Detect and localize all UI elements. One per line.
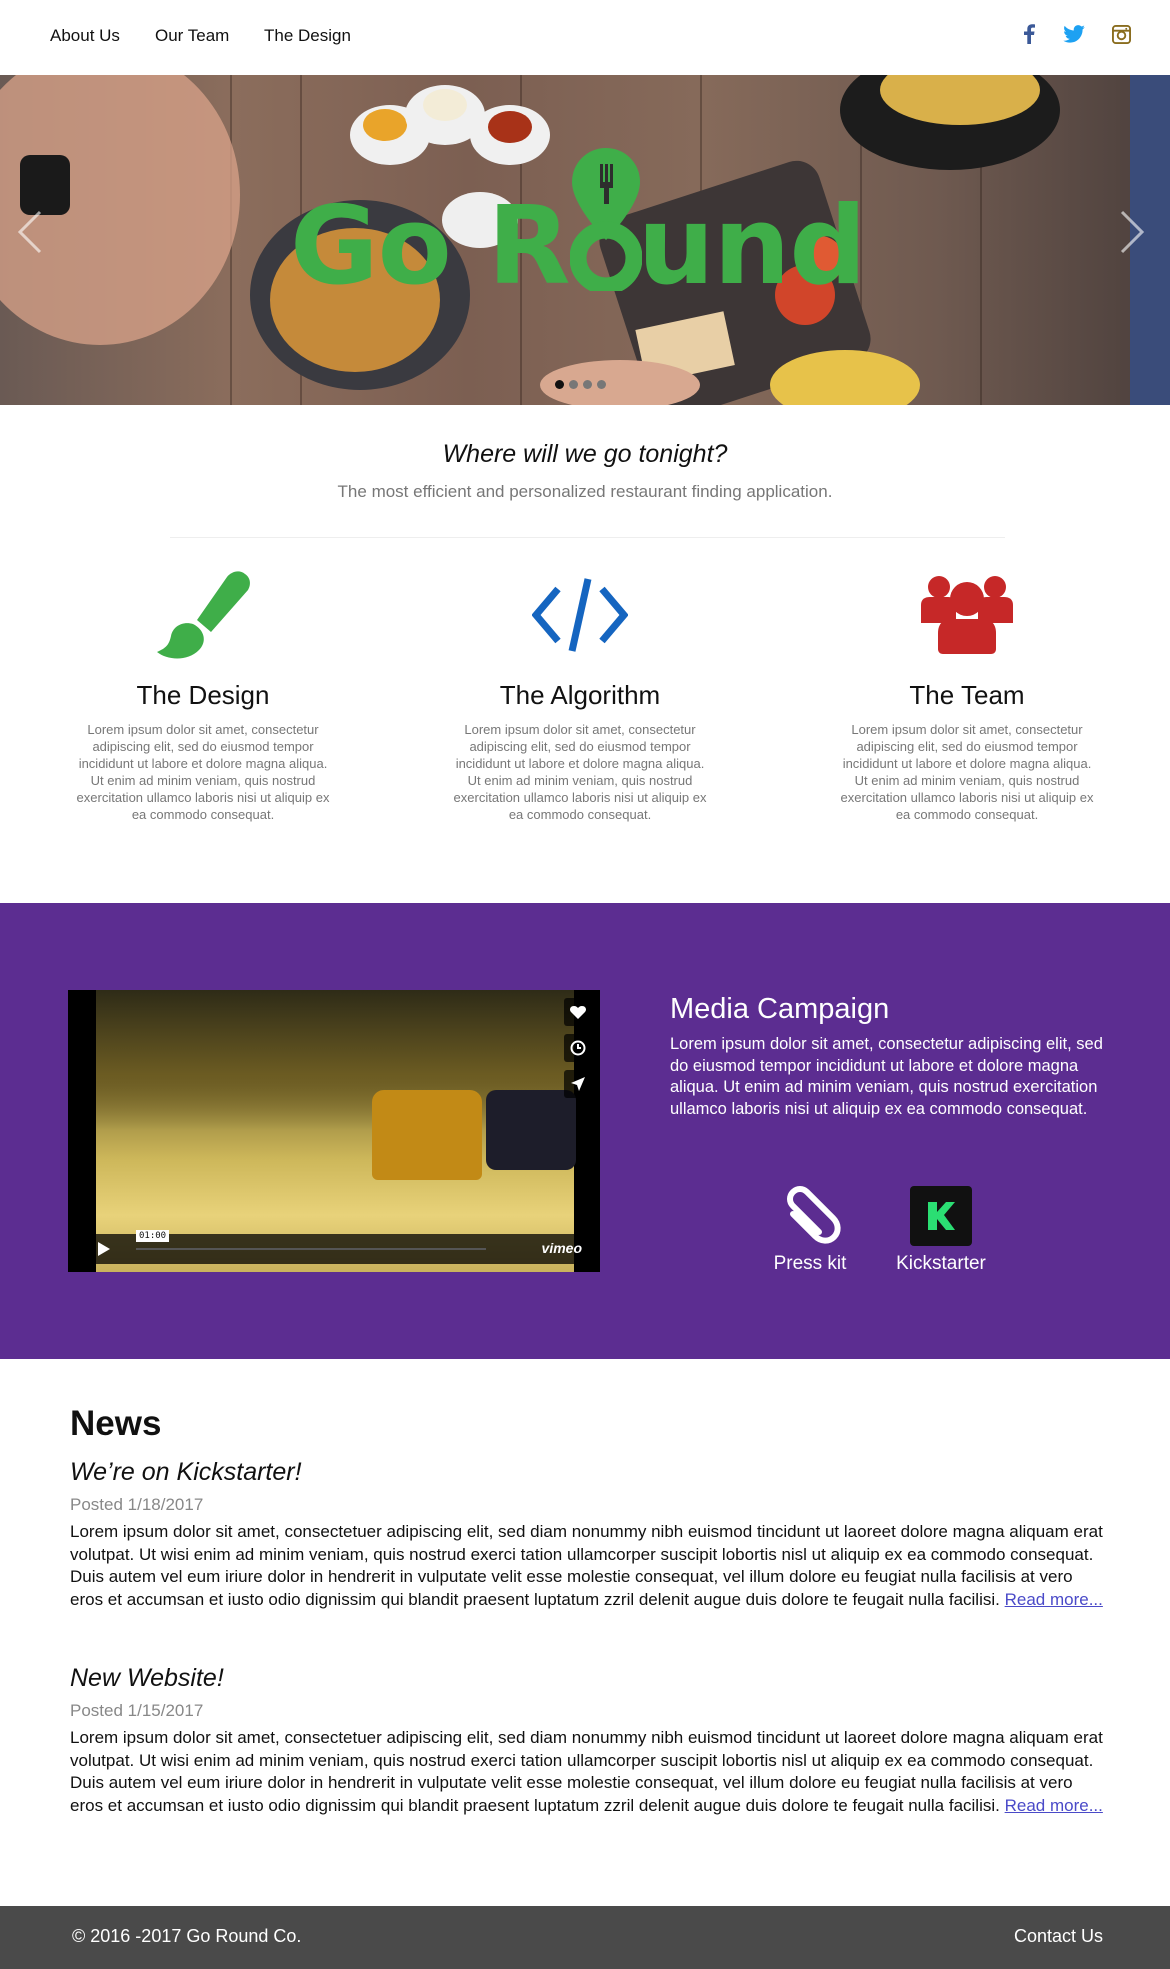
feature-text: Lorem ipsum dolor sit amet, consectetur … — [76, 722, 330, 822]
instagram-icon[interactable] — [1110, 22, 1132, 46]
feature-design: The Design Lorem ipsum dolor sit amet, c… — [63, 565, 343, 823]
media-text: Lorem ipsum dolor sit amet, consectetur … — [670, 1035, 1103, 1118]
press-kit-label: Press kit — [773, 1253, 847, 1274]
video-controls: 01:00 vimeo — [76, 1230, 592, 1264]
facebook-icon[interactable] — [1018, 22, 1040, 46]
kickstarter-button[interactable]: Kickstarter — [886, 1185, 996, 1275]
nav-our-team[interactable]: Our Team — [155, 26, 229, 46]
post-body: Lorem ipsum dolor sit amet, consectetuer… — [70, 1521, 1110, 1611]
nav-about-us[interactable]: About Us — [50, 26, 120, 46]
section-divider — [170, 537, 1005, 538]
hero-logo-text-start: Go R — [290, 184, 571, 309]
nav-the-design[interactable]: The Design — [264, 26, 351, 46]
tagline: Where will we go tonight? — [442, 440, 728, 468]
media-campaign-section: 01:00 vimeo Media Campaign Lorem ipsum d… — [0, 903, 1170, 1359]
carousel-prev-arrow[interactable] — [17, 210, 42, 259]
read-more-link[interactable]: Read more... — [1005, 1590, 1103, 1609]
news-post: We’re on Kickstarter! Posted 1/18/2017 L… — [70, 1458, 1110, 1611]
carousel-dot[interactable] — [555, 380, 564, 389]
feature-title: The Team — [909, 680, 1025, 710]
vimeo-logo[interactable]: vimeo — [542, 1240, 582, 1256]
feature-title: The Algorithm — [499, 680, 661, 710]
map-pin-icon — [569, 148, 642, 301]
paintbrush-icon — [63, 565, 343, 665]
play-icon[interactable] — [84, 1234, 124, 1264]
paperclip-icon — [755, 1185, 865, 1247]
carousel-dot[interactable] — [583, 380, 592, 389]
carousel-dot[interactable] — [597, 380, 606, 389]
media-title: Media Campaign — [670, 993, 890, 1025]
news-heading: News — [70, 1404, 162, 1443]
post-title: New Website! — [70, 1664, 224, 1692]
press-kit-button[interactable]: Press kit — [755, 1185, 865, 1275]
code-icon — [440, 565, 720, 665]
top-nav: About Us Our Team The Design — [0, 0, 1170, 75]
news-post: New Website! Posted 1/15/2017 Lorem ipsu… — [70, 1664, 1110, 1817]
hero-logo-text-end: und — [637, 184, 867, 309]
feature-text: Lorem ipsum dolor sit amet, consectetur … — [453, 722, 707, 822]
post-body: Lorem ipsum dolor sit amet, consectetuer… — [70, 1727, 1110, 1817]
heart-icon[interactable] — [564, 998, 592, 1026]
carousel-indicators — [555, 380, 606, 389]
feature-title: The Design — [136, 680, 270, 710]
post-title: We’re on Kickstarter! — [70, 1458, 302, 1486]
kickstarter-label: Kickstarter — [896, 1253, 986, 1274]
clock-icon[interactable] — [564, 1034, 592, 1062]
hero-carousel: Go R und — [0, 75, 1170, 405]
users-icon — [827, 565, 1107, 665]
twitter-icon[interactable] — [1063, 22, 1085, 46]
carousel-next-arrow[interactable] — [1120, 210, 1145, 259]
video-progress-track[interactable] — [136, 1248, 486, 1250]
feature-team: The Team Lorem ipsum dolor sit amet, con… — [827, 565, 1107, 823]
carousel-dot[interactable] — [569, 380, 578, 389]
video-time: 01:00 — [136, 1230, 170, 1242]
post-date: Posted 1/15/2017 — [70, 1701, 204, 1720]
send-icon[interactable] — [564, 1070, 592, 1098]
copyright: © 2016 -2017 Go Round Co. — [72, 1926, 302, 1946]
hero-logo: Go Rund — [290, 148, 867, 301]
post-body-text: Lorem ipsum dolor sit amet, consectetuer… — [70, 1728, 1103, 1815]
feature-text: Lorem ipsum dolor sit amet, consectetur … — [840, 722, 1094, 822]
post-date: Posted 1/18/2017 — [70, 1495, 204, 1514]
contact-us-link[interactable]: Contact Us — [1014, 1926, 1103, 1947]
footer: © 2016 -2017 Go Round Co. Contact Us — [0, 1906, 1170, 1969]
feature-algorithm: The Algorithm Lorem ipsum dolor sit amet… — [440, 565, 720, 823]
kickstarter-icon — [886, 1185, 996, 1247]
video-player[interactable]: 01:00 vimeo — [68, 990, 600, 1272]
subline: The most efficient and personalized rest… — [337, 482, 833, 501]
post-body-text: Lorem ipsum dolor sit amet, consectetuer… — [70, 1522, 1103, 1609]
read-more-link[interactable]: Read more... — [1005, 1796, 1103, 1815]
